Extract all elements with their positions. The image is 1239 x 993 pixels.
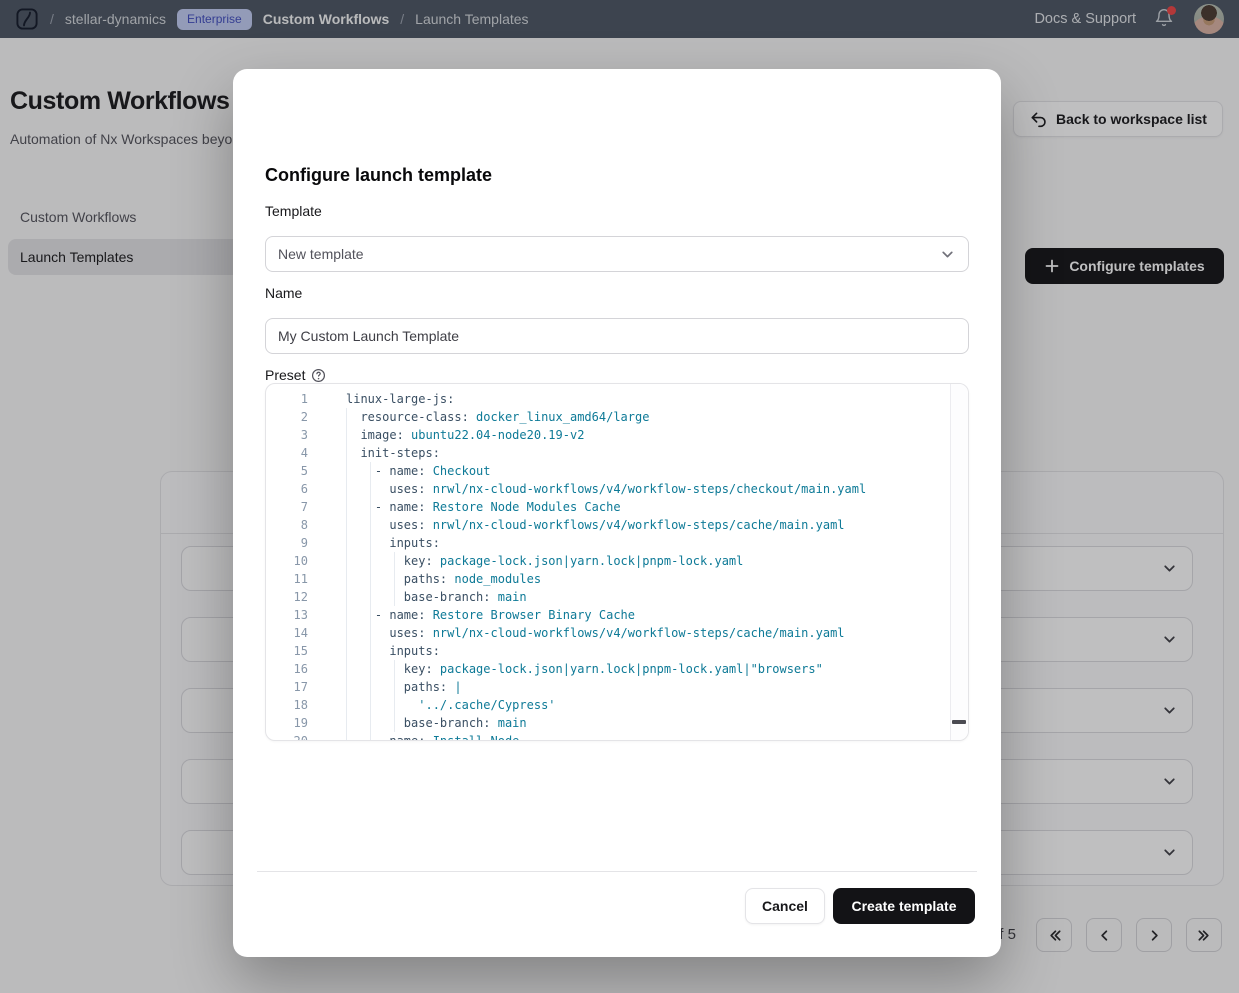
line-number: 19 bbox=[266, 714, 308, 732]
create-template-button[interactable]: Create template bbox=[833, 888, 975, 924]
code-line: 6 uses: nrwl/nx-cloud-workflows/v4/workf… bbox=[266, 480, 968, 498]
line-number: 8 bbox=[266, 516, 308, 534]
code-line: 12 base-branch: main bbox=[266, 588, 968, 606]
line-number: 2 bbox=[266, 408, 308, 426]
name-field-label: Name bbox=[265, 285, 302, 301]
yaml-code-editor[interactable]: 1linux-large-js:2 resource-class: docker… bbox=[265, 383, 969, 741]
line-number: 6 bbox=[266, 480, 308, 498]
code-line: 8 uses: nrwl/nx-cloud-workflows/v4/workf… bbox=[266, 516, 968, 534]
line-number: 9 bbox=[266, 534, 308, 552]
template-select-value: New template bbox=[278, 246, 364, 262]
code-line: 15 inputs: bbox=[266, 642, 968, 660]
name-input-value: My Custom Launch Template bbox=[278, 328, 459, 344]
line-number: 10 bbox=[266, 552, 308, 570]
line-number: 12 bbox=[266, 588, 308, 606]
chevron-down-icon bbox=[939, 246, 956, 263]
code-line: 10 key: package-lock.json|yarn.lock|pnpm… bbox=[266, 552, 968, 570]
code-line: 13 - name: Restore Browser Binary Cache bbox=[266, 606, 968, 624]
code-line: 17 paths: | bbox=[266, 678, 968, 696]
code-line: 19 base-branch: main bbox=[266, 714, 968, 732]
code-line: 18 '../.cache/Cypress' bbox=[266, 696, 968, 714]
code-line: 4 init-steps: bbox=[266, 444, 968, 462]
line-number: 13 bbox=[266, 606, 308, 624]
editor-scrollbar-thumb[interactable] bbox=[952, 720, 966, 724]
code-line: 2 resource-class: docker_linux_amd64/lar… bbox=[266, 408, 968, 426]
line-number: 16 bbox=[266, 660, 308, 678]
modal-footer-divider bbox=[257, 871, 977, 872]
editor-scrollbar[interactable] bbox=[950, 384, 968, 740]
code-line: 9 inputs: bbox=[266, 534, 968, 552]
line-number: 18 bbox=[266, 696, 308, 714]
line-number: 4 bbox=[266, 444, 308, 462]
modal-title: Configure launch template bbox=[265, 165, 492, 186]
line-number: 3 bbox=[266, 426, 308, 444]
code-line: 1linux-large-js: bbox=[266, 390, 968, 408]
line-number: 11 bbox=[266, 570, 308, 588]
line-number: 17 bbox=[266, 678, 308, 696]
line-number: 7 bbox=[266, 498, 308, 516]
help-circle-icon[interactable] bbox=[311, 368, 326, 383]
line-number: 15 bbox=[266, 642, 308, 660]
code-line: 7 - name: Restore Node Modules Cache bbox=[266, 498, 968, 516]
code-line: 20 - name: Install Node bbox=[266, 732, 968, 741]
code-line: 3 image: ubuntu22.04-node20.19-v2 bbox=[266, 426, 968, 444]
configure-launch-template-modal: Configure launch template Template New t… bbox=[233, 69, 1001, 957]
line-number: 5 bbox=[266, 462, 308, 480]
code-line: 16 key: package-lock.json|yarn.lock|pnpm… bbox=[266, 660, 968, 678]
cancel-button[interactable]: Cancel bbox=[745, 888, 825, 924]
name-input[interactable]: My Custom Launch Template bbox=[265, 318, 969, 354]
template-select[interactable]: New template bbox=[265, 236, 969, 272]
line-number: 14 bbox=[266, 624, 308, 642]
line-number: 20 bbox=[266, 732, 308, 741]
template-field-label: Template bbox=[265, 203, 322, 219]
preset-field-label: Preset bbox=[265, 367, 326, 383]
code-line: 5 - name: Checkout bbox=[266, 462, 968, 480]
code-line: 11 paths: node_modules bbox=[266, 570, 968, 588]
code-line: 14 uses: nrwl/nx-cloud-workflows/v4/work… bbox=[266, 624, 968, 642]
preset-label-text: Preset bbox=[265, 367, 305, 383]
line-number: 1 bbox=[266, 390, 308, 408]
